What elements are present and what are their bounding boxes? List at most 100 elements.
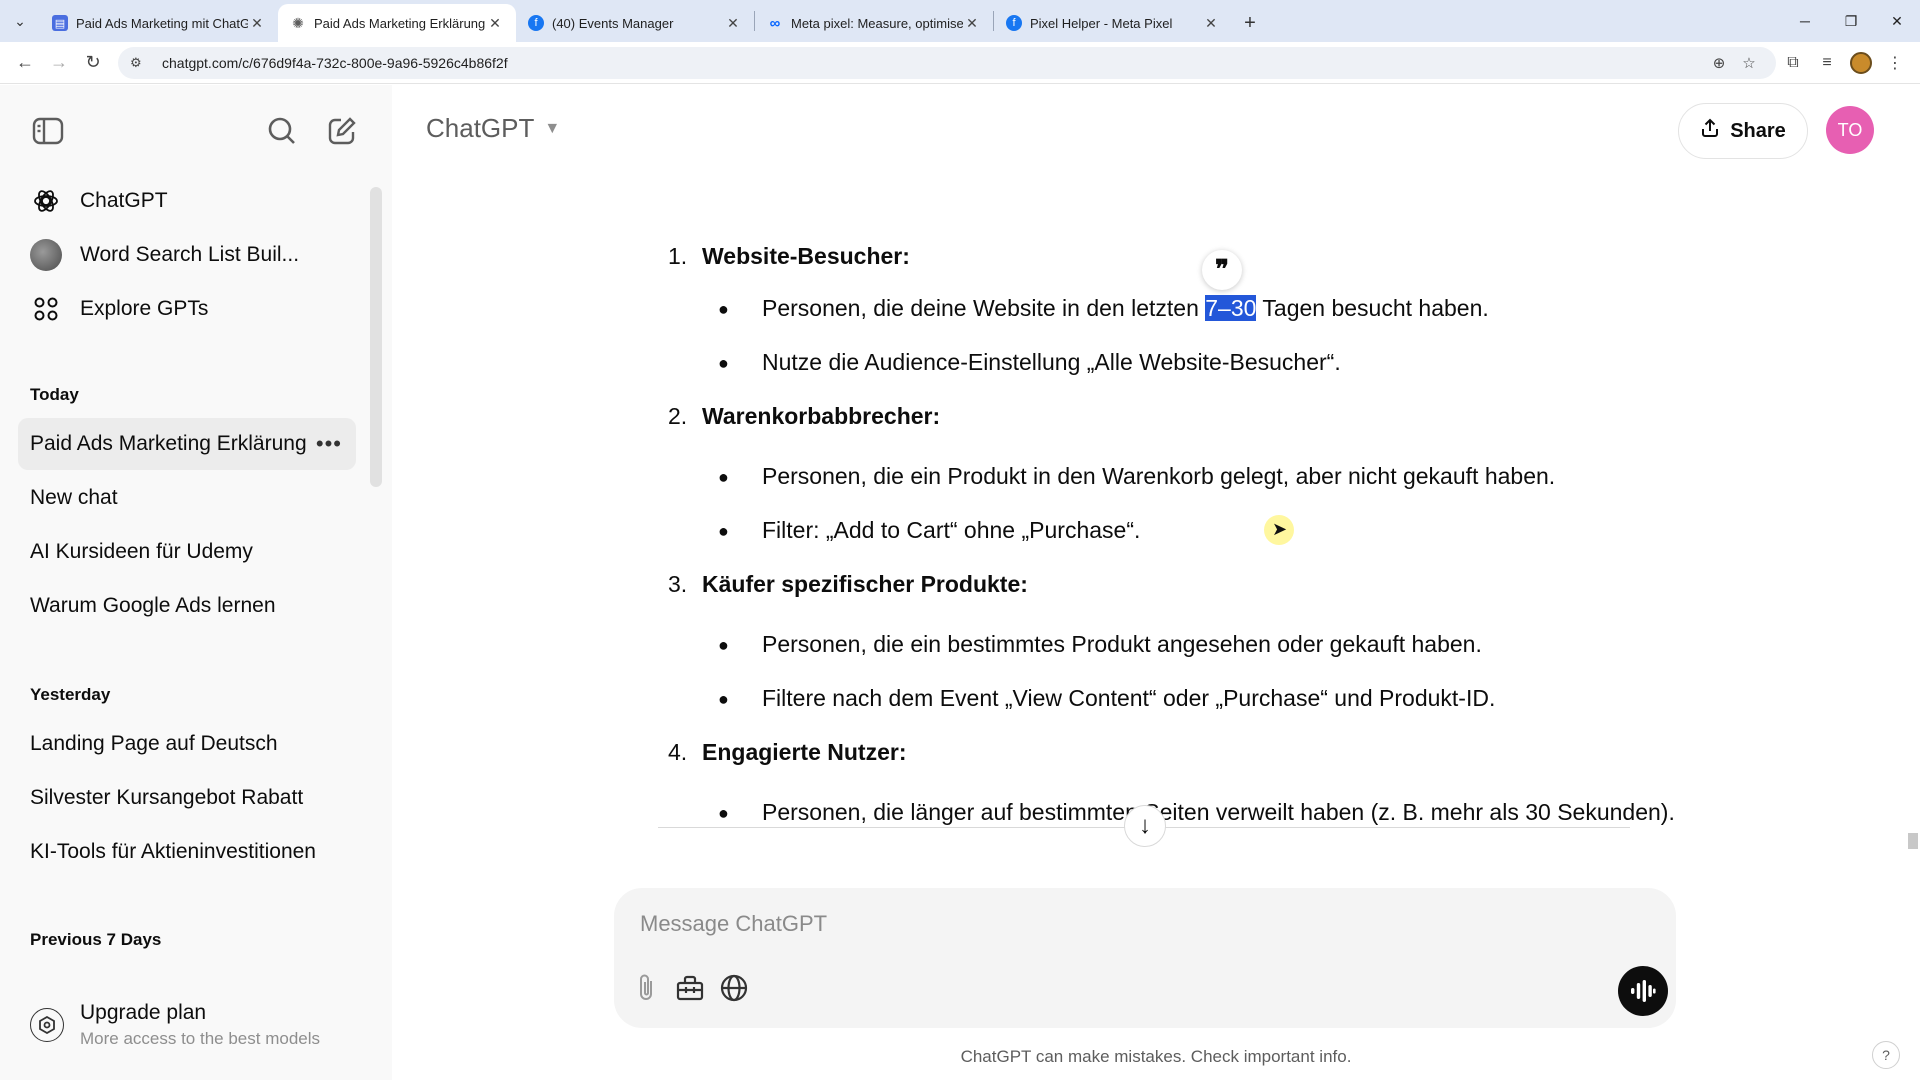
extensions-icon[interactable]: ⧉	[1776, 46, 1810, 80]
browser-toolbar: ← → ↻ ⚙ chatgpt.com/c/676d9f4a-732c-800e…	[0, 42, 1920, 84]
toggle-sidebar-icon[interactable]	[28, 111, 68, 151]
scroll-down-button[interactable]: ↓	[1124, 805, 1166, 847]
model-selector[interactable]: ChatGPT ▼	[426, 113, 560, 144]
tab-title: Meta pixel: Measure, optimise a	[791, 15, 963, 31]
upgrade-plan-button[interactable]: Upgrade plan More access to the best mod…	[18, 990, 378, 1060]
browser-tab-3[interactable]: f (40) Events Manager ✕	[516, 4, 754, 42]
sidebar-header	[0, 85, 392, 175]
meta-icon: ∞	[769, 14, 781, 32]
chat-title: Paid Ads Marketing Erklärung	[30, 432, 307, 455]
browser-tab-5[interactable]: f Pixel Helper - Meta Pixel ✕	[994, 4, 1232, 42]
item-number: 1.	[668, 243, 688, 269]
url-text[interactable]: chatgpt.com/c/676d9f4a-732c-800e-9a96-59…	[162, 55, 1704, 71]
share-button[interactable]: Share	[1678, 103, 1808, 159]
section-heading-previous-7-days: Previous 7 Days	[30, 930, 162, 949]
forward-button[interactable]: →	[42, 46, 76, 80]
close-tab-icon[interactable]: ✕	[248, 15, 266, 32]
chat-item-active[interactable]: Paid Ads Marketing Erklärung •••	[18, 418, 356, 470]
upgrade-subtitle: More access to the best models	[80, 1029, 321, 1048]
bullet-text: Filtere nach dem Event „View Content“ od…	[762, 685, 1496, 711]
mouse-pointer-icon: ➤	[1272, 519, 1288, 539]
reload-button[interactable]: ↻	[76, 46, 110, 80]
voice-waveform-icon	[1631, 980, 1656, 1002]
tab-title: Paid Ads Marketing mit ChatGPT	[76, 15, 248, 31]
facebook-icon: f	[528, 15, 544, 31]
close-tab-icon[interactable]: ✕	[724, 15, 742, 32]
gpt-avatar	[30, 239, 62, 271]
bullet-text: Nutze die Audience-Einstellung „Alle Web…	[762, 349, 1341, 375]
bookmark-star-icon[interactable]: ☆	[1734, 54, 1764, 72]
restore-icon[interactable]: ❐	[1828, 0, 1874, 42]
browser-tab-1[interactable]: ▤ Paid Ads Marketing mit ChatGPT ✕	[40, 4, 278, 42]
browser-tab-2-active[interactable]: ✺ Paid Ads Marketing Erklärung ✕	[278, 4, 516, 42]
web-search-globe-icon[interactable]	[714, 968, 754, 1008]
list-item-1: 1. Website-Besucher:	[668, 243, 910, 270]
help-button[interactable]: ?	[1872, 1041, 1900, 1069]
list-item-4: 4. Engagierte Nutzer:	[668, 739, 906, 766]
sidebar-explore-gpts[interactable]: Explore GPTs	[18, 283, 356, 335]
site-info-icon[interactable]: ⚙	[130, 55, 150, 71]
profile-avatar[interactable]	[1844, 46, 1878, 80]
browser-menu-icon[interactable]: ⋮	[1878, 46, 1912, 80]
close-tab-icon[interactable]: ✕	[1202, 15, 1220, 32]
tab-title: Paid Ads Marketing Erklärung	[314, 15, 486, 31]
chat-item[interactable]: AI Kursideen für Udemy	[18, 526, 356, 578]
chat-item[interactable]: KI-Tools für Aktieninvestitionen	[18, 826, 356, 878]
tab-title: Pixel Helper - Meta Pixel	[1030, 15, 1173, 31]
sidebar-gpt-word-search[interactable]: Word Search List Buil...	[18, 229, 356, 281]
chat-item[interactable]: Landing Page auf Deutsch	[18, 718, 356, 770]
message-input[interactable]	[640, 906, 1600, 942]
bullet-text: Personen, die ein bestimmtes Produkt ang…	[762, 631, 1482, 657]
bullet-item: ● Personen, die länger auf bestimmten Se…	[718, 799, 1675, 827]
new-chat-icon[interactable]	[322, 111, 362, 151]
tab-title: (40) Events Manager	[552, 15, 674, 31]
upgrade-text: Upgrade plan More access to the best mod…	[80, 1001, 320, 1049]
tools-toolbox-icon[interactable]	[670, 968, 710, 1008]
close-tab-icon[interactable]: ✕	[963, 15, 981, 32]
search-icon[interactable]	[262, 111, 302, 151]
item-heading: Warenkorbabbrecher:	[702, 403, 941, 429]
chat-title: Silvester Kursangebot Rabatt	[30, 786, 304, 809]
sidebar-gpt-chatgpt[interactable]: ChatGPT	[18, 175, 356, 227]
back-button[interactable]: ←	[8, 46, 42, 80]
user-avatar[interactable]: TO	[1826, 106, 1874, 154]
share-icon	[1700, 118, 1720, 144]
voice-mode-button[interactable]	[1618, 966, 1668, 1016]
list-item-2: 2. Warenkorbabbrecher:	[668, 403, 940, 430]
zoom-icon[interactable]: ⊕	[1704, 54, 1734, 72]
bullet-item: ● Filtere nach dem Event „View Content“ …	[718, 685, 1495, 713]
sidebar-item-label: Explore GPTs	[80, 297, 209, 320]
chat-message-area: 1. Website-Besucher: ❞ ● Personen, die d…	[392, 165, 1920, 905]
minimize-icon[interactable]: ─	[1782, 0, 1828, 42]
new-tab-button[interactable]: +	[1232, 4, 1268, 42]
window-controls: ─ ❐ ✕	[1782, 0, 1920, 42]
close-tab-icon[interactable]: ✕	[486, 15, 504, 32]
grid-icon	[30, 293, 62, 325]
sidebar-scrollbar[interactable]	[370, 187, 382, 487]
address-bar[interactable]: ⚙ chatgpt.com/c/676d9f4a-732c-800e-9a96-…	[118, 46, 1776, 79]
chat-options-icon[interactable]: •••	[316, 431, 342, 457]
selected-text[interactable]: 7–30	[1205, 295, 1257, 321]
attach-paperclip-icon[interactable]	[626, 968, 666, 1008]
close-window-icon[interactable]: ✕	[1874, 0, 1920, 42]
quote-reply-icon[interactable]: ❞	[1202, 250, 1242, 290]
media-control-icon[interactable]: ≡	[1810, 46, 1844, 80]
chat-item[interactable]: New chat	[18, 472, 356, 524]
doc-icon: ▤	[52, 15, 68, 31]
bullet-dot: ●	[718, 467, 729, 487]
chat-item[interactable]: Silvester Kursangebot Rabatt	[18, 772, 356, 824]
item-number: 2.	[668, 403, 688, 429]
share-label: Share	[1730, 119, 1786, 142]
chat-item[interactable]: Warum Google Ads lernen	[18, 580, 356, 632]
tab-search-chevron-icon[interactable]: ⌄	[0, 0, 40, 42]
sidebar-item-label: ChatGPT	[80, 189, 168, 212]
bullet-item: ● Personen, die deine Website in den let…	[718, 295, 1489, 323]
chat-title: KI-Tools für Aktieninvestitionen	[30, 840, 316, 863]
chat-title: Warum Google Ads lernen	[30, 594, 276, 617]
item-heading: Website-Besucher:	[702, 243, 910, 269]
bullet-text: Personen, die länger auf bestimmten Seit…	[762, 799, 1675, 825]
chevron-down-icon: ▼	[544, 119, 561, 137]
browser-tab-4[interactable]: ∞ Meta pixel: Measure, optimise a ✕	[755, 4, 993, 42]
page-scrollbar-thumb[interactable]	[1908, 833, 1918, 849]
bullet-text: Filter: „Add to Cart“ ohne „Purchase“.	[762, 517, 1141, 543]
